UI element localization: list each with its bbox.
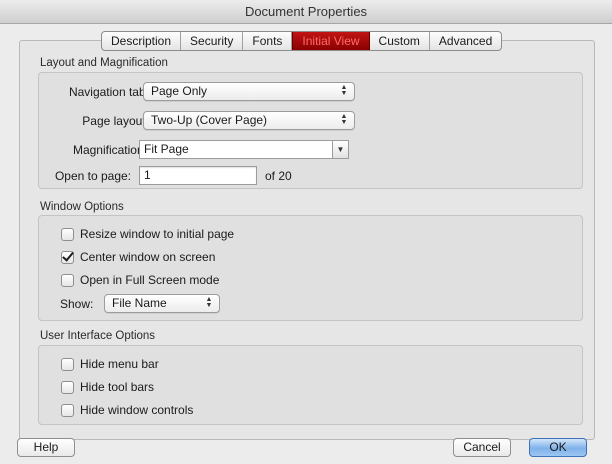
window-title: Document Properties <box>244 4 368 19</box>
hide-toolbars-checkbox[interactable] <box>61 380 74 394</box>
page-layout-select[interactable]: Two-Up (Cover Page) ▲ ▼ <box>143 111 355 130</box>
popup-arrows-icon: ▲ ▼ <box>340 113 348 126</box>
center-window-label: Center window on screen <box>80 250 216 264</box>
show-label: Show: <box>60 297 94 311</box>
tab-advanced[interactable]: Advanced <box>430 32 501 50</box>
ui-options-group: Hide menu bar Hide tool bars Hide window… <box>38 345 583 425</box>
layout-group: Navigation tab: Page Only ▲ ▼ Page layout… <box>38 72 583 189</box>
ui-options-title: User Interface Options <box>40 330 156 342</box>
cancel-button[interactable]: Cancel <box>453 438 511 457</box>
resize-window-checkbox[interactable] <box>61 227 74 241</box>
tab-fonts[interactable]: Fonts <box>243 32 293 50</box>
open-to-page-label: Open to page: <box>54 169 131 183</box>
navigation-tab-label: Navigation tab: <box>68 85 149 99</box>
open-to-page-input[interactable]: 1 <box>139 166 257 185</box>
tab-initial-view[interactable]: Initial View <box>292 32 370 50</box>
hide-controls-label: Hide window controls <box>80 403 194 417</box>
show-select[interactable]: File Name ▲ ▼ <box>104 294 220 313</box>
layout-section-title: Layout and Magnification <box>40 57 168 69</box>
tab-bar: Description Security Fonts Initial View … <box>101 31 503 51</box>
resize-window-label: Resize window to initial page <box>80 227 235 241</box>
window-options-title: Window Options <box>40 201 124 213</box>
dropdown-arrow-icon[interactable]: ▼ <box>332 141 348 158</box>
hide-menu-option[interactable]: Hide menu bar <box>61 357 159 371</box>
hide-controls-option[interactable]: Hide window controls <box>61 403 193 417</box>
help-button[interactable]: Help <box>17 438 75 457</box>
hide-controls-checkbox[interactable] <box>61 403 74 417</box>
hide-toolbars-label: Hide tool bars <box>80 380 155 394</box>
tab-security[interactable]: Security <box>181 32 244 50</box>
full-screen-checkbox[interactable] <box>61 273 74 287</box>
hide-toolbars-option[interactable]: Hide tool bars <box>61 380 154 394</box>
window-titlebar: Document Properties <box>0 0 612 24</box>
hide-menu-label: Hide menu bar <box>80 357 159 371</box>
page-layout-value: Two-Up (Cover Page) <box>151 113 268 127</box>
page-layout-label: Page layout: <box>82 114 149 128</box>
open-to-page-value: 1 <box>144 168 151 182</box>
magnification-value: Fit Page <box>144 142 189 156</box>
tab-custom[interactable]: Custom <box>370 32 430 50</box>
center-window-checkbox[interactable] <box>61 250 74 264</box>
popup-arrows-icon: ▲ ▼ <box>340 84 348 97</box>
page-count-text: of 20 <box>265 169 292 183</box>
full-screen-label: Open in Full Screen mode <box>80 273 220 287</box>
center-window-option[interactable]: Center window on screen <box>61 250 215 264</box>
magnification-label: Magnification: <box>72 143 147 157</box>
tab-description[interactable]: Description <box>102 32 182 50</box>
show-value: File Name <box>112 296 167 310</box>
navigation-tab-select[interactable]: Page Only ▲ ▼ <box>143 82 355 101</box>
ok-button[interactable]: OK <box>529 438 587 457</box>
magnification-combo[interactable]: Fit Page ▼ <box>139 140 349 159</box>
hide-menu-checkbox[interactable] <box>61 357 74 371</box>
tab-content-frame: Layout and Magnification Navigation tab:… <box>19 40 595 440</box>
navigation-tab-value: Page Only <box>151 84 208 98</box>
window-options-group: Resize window to initial page Center win… <box>38 215 583 321</box>
full-screen-option[interactable]: Open in Full Screen mode <box>61 273 219 287</box>
popup-arrows-icon: ▲ ▼ <box>205 296 213 309</box>
resize-window-option[interactable]: Resize window to initial page <box>61 227 234 241</box>
dialog-body: Description Security Fonts Initial View … <box>0 24 612 464</box>
